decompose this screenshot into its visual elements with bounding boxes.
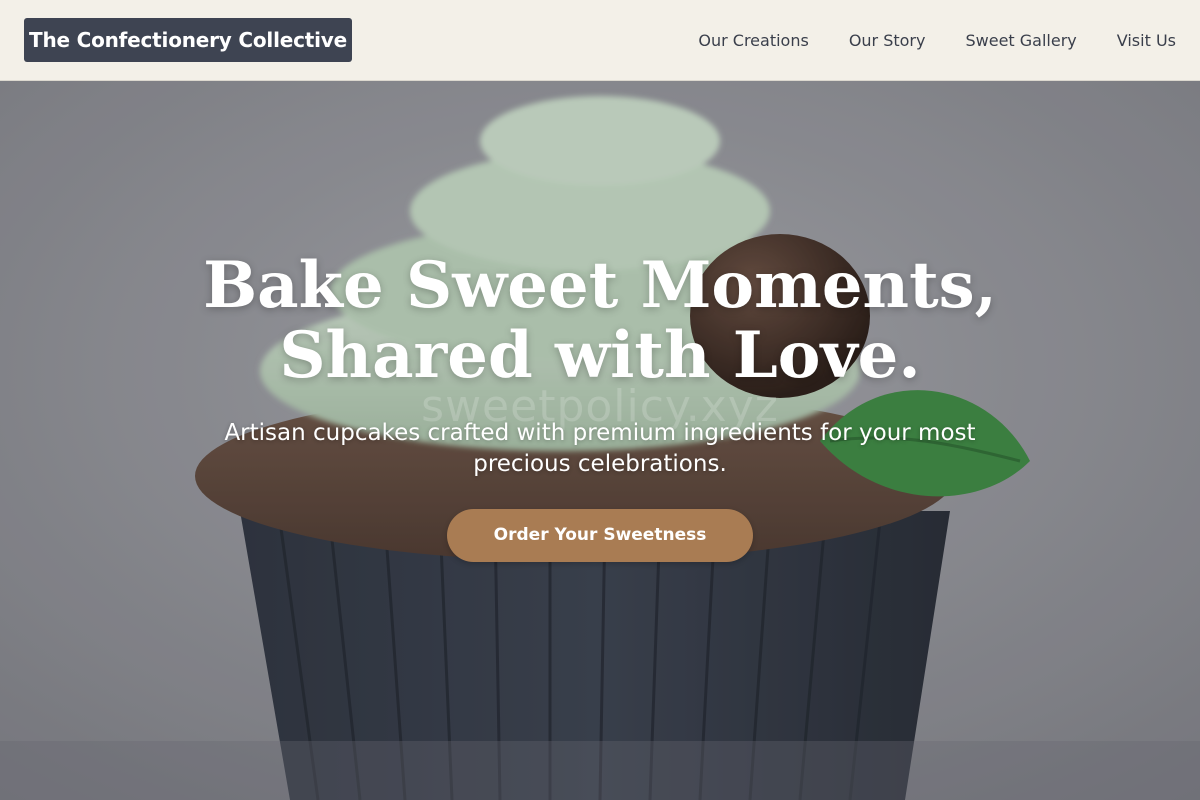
main-nav: Our Creations Our Story Sweet Gallery Vi… <box>658 0 1176 80</box>
hero-headline-line2: Shared with Love. <box>279 318 921 393</box>
order-button[interactable]: Order Your Sweetness <box>447 509 753 562</box>
hero-subtext: Artisan cupcakes crafted with premium in… <box>224 420 976 477</box>
nav-our-creations[interactable]: Our Creations <box>698 31 808 50</box>
hero-headline: Bake Sweet Moments, Shared with Love. <box>0 251 1200 391</box>
nav-our-story[interactable]: Our Story <box>849 31 926 50</box>
nav-visit-us[interactable]: Visit Us <box>1117 31 1176 50</box>
brand-logo[interactable]: The Confectionery Collective <box>24 18 352 62</box>
hero-section: sweetpolicy.xyz Bake Sweet Moments, Shar… <box>0 81 1200 800</box>
site-header: The Confectionery Collective Our Creatio… <box>0 0 1200 81</box>
nav-sweet-gallery[interactable]: Sweet Gallery <box>965 31 1076 50</box>
hero-headline-line1: Bake Sweet Moments, <box>203 248 997 323</box>
